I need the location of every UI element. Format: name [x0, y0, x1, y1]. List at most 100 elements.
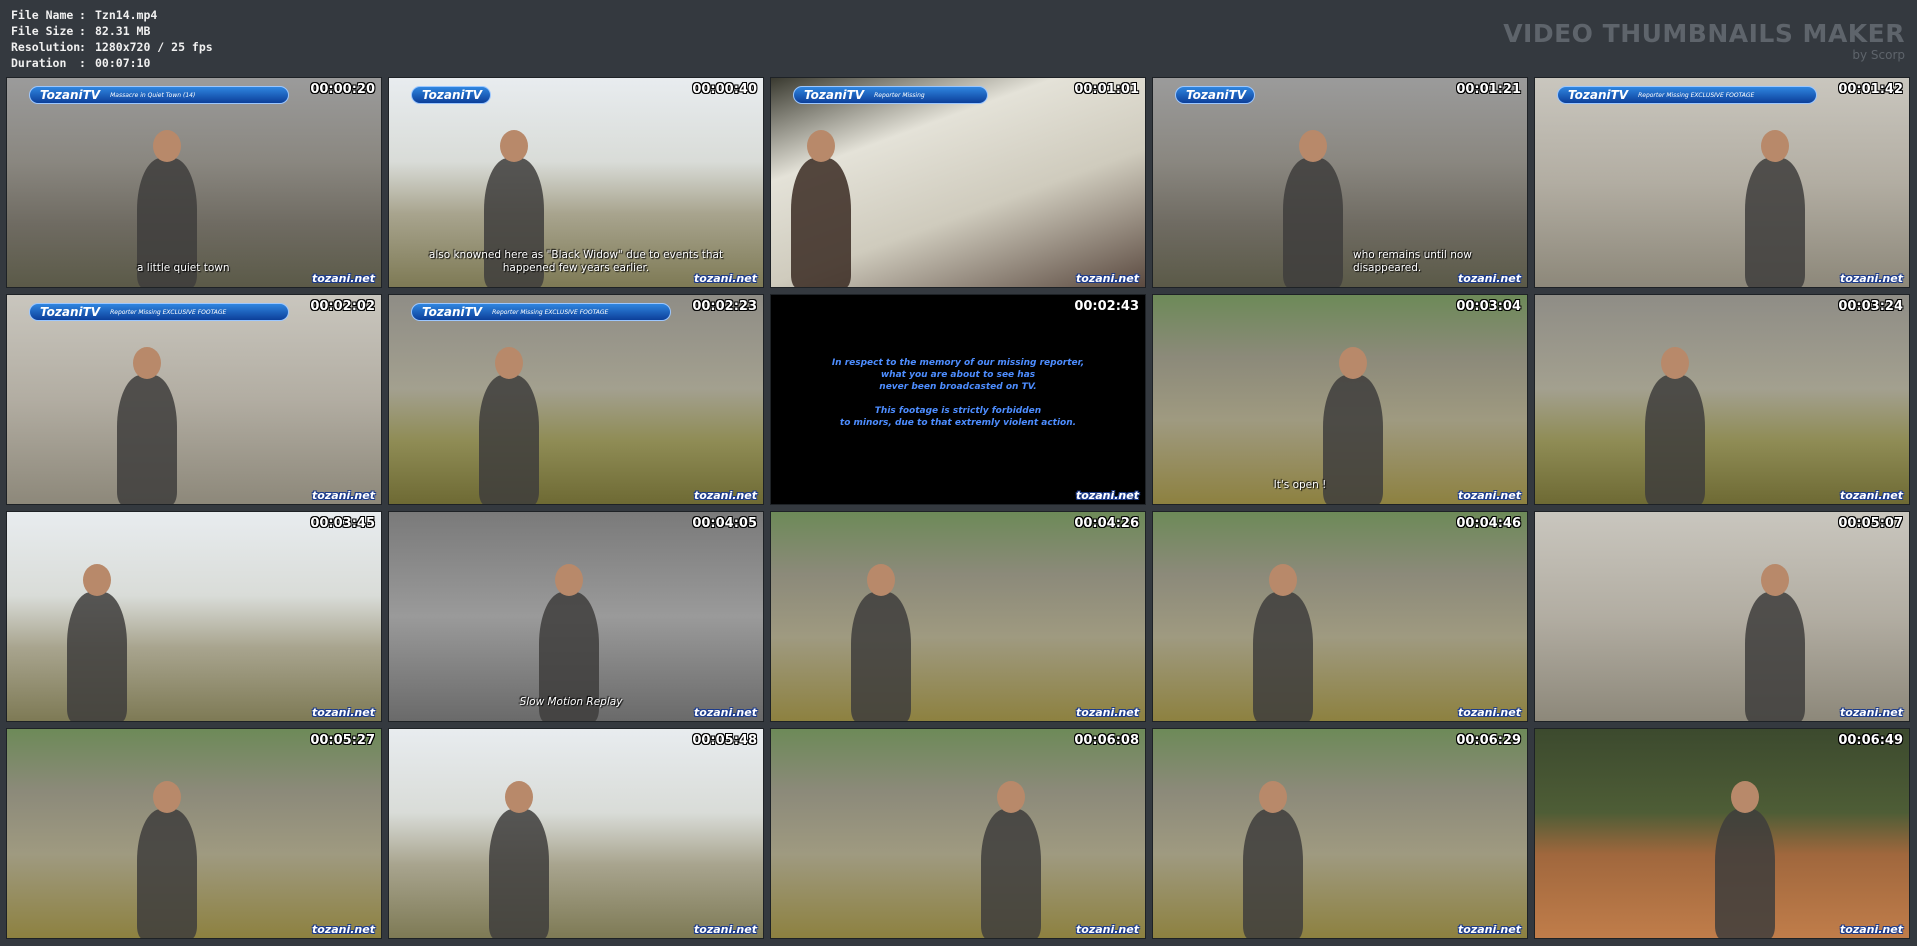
person-head [807, 130, 835, 162]
timestamp-label: 00:01:21 [1456, 82, 1521, 97]
person-figure [67, 592, 127, 721]
channel-logo: TozaniTV Reporter Missing [793, 86, 988, 104]
thumbnail-tile[interactable]: 00:05:27 tozani.net [6, 728, 382, 939]
channel-logo-text: TozaniTV [422, 305, 483, 319]
person-head [500, 130, 528, 162]
person-head [505, 781, 533, 813]
person-figure [1243, 809, 1303, 938]
file-info: File Name : Tzn14.mp4 File Size : 82.31 … [11, 7, 213, 71]
frame-image [1535, 512, 1909, 721]
watermark-text: tozani.net [312, 923, 375, 936]
thumbnail-tile[interactable]: TozaniTV Reporter Missing EXCLUSIVE FOOTA… [6, 294, 382, 505]
watermark-text: tozani.net [312, 489, 375, 502]
timestamp-label: 00:04:26 [1074, 516, 1139, 531]
thumbnail-tile[interactable]: 00:05:48 tozani.net [388, 728, 764, 939]
channel-logo-caption: Reporter Missing EXCLUSIVE FOOTAGE [1638, 91, 1755, 99]
channel-logo-caption: Reporter Missing EXCLUSIVE FOOTAGE [110, 308, 227, 316]
notice-paragraph: In respect to the memory of our missing … [771, 357, 1145, 393]
person-figure [479, 375, 539, 504]
notice-line: In respect to the memory of our missing … [831, 358, 1085, 368]
watermark-text: tozani.net [694, 706, 757, 719]
thumbnail-tile[interactable]: 00:05:07 tozani.net [1534, 511, 1910, 722]
separator: : [79, 40, 86, 54]
channel-logo: TozaniTV Reporter Missing EXCLUSIVE FOOTA… [29, 303, 289, 321]
frame-image [1153, 729, 1527, 938]
warning-notice: In respect to the memory of our missing … [771, 357, 1145, 441]
person-figure [1745, 592, 1805, 721]
person-head [1731, 781, 1759, 813]
thumbnail-tile[interactable]: 00:06:49 tozani.net [1534, 728, 1910, 939]
timestamp-label: 00:05:48 [692, 733, 757, 748]
thumbnail-tile[interactable]: TozaniTV Reporter Missing EXCLUSIVE FOOTA… [388, 294, 764, 505]
timestamp-label: 00:05:07 [1838, 516, 1903, 531]
watermark-text: tozani.net [1076, 706, 1139, 719]
person-head [997, 781, 1025, 813]
thumbnail-tile[interactable]: TozaniTV Reporter Missing 00:01:01 tozani.n… [770, 77, 1146, 288]
file-size-row: File Size : 82.31 MB [11, 23, 213, 39]
subtitle-caption: It's open ! [1273, 479, 1327, 491]
thumbnail-tile[interactable]: In respect to the memory of our missing … [770, 294, 1146, 505]
duration-value: 00:07:10 [95, 56, 151, 70]
timestamp-label: 00:02:02 [310, 299, 375, 314]
thumbnail-tile[interactable]: TozaniTV also knowned here as "Black Wido… [388, 77, 764, 288]
separator: : [79, 8, 86, 22]
person-head [83, 564, 111, 596]
timestamp-label: 00:03:04 [1456, 299, 1521, 314]
timestamp-label: 00:04:05 [692, 516, 757, 531]
person-figure [117, 375, 177, 504]
timestamp-label: 00:06:49 [1838, 733, 1903, 748]
notice-line: never been broadcasted on TV. [879, 382, 1037, 392]
person-head [1299, 130, 1327, 162]
person-figure [1645, 375, 1705, 504]
thumbnail-tile[interactable]: 00:04:26 tozani.net [770, 511, 1146, 722]
channel-logo: TozaniTV Reporter Missing EXCLUSIVE FOOTA… [411, 303, 671, 321]
frame-image [771, 512, 1145, 721]
separator: : [79, 56, 86, 70]
separator: : [79, 24, 86, 38]
watermark-text: tozani.net [1458, 706, 1521, 719]
frame-image [1153, 512, 1527, 721]
watermark-text: tozani.net [1840, 272, 1903, 285]
frame-image [7, 512, 381, 721]
frame-image [389, 295, 763, 504]
thumbnail-tile[interactable]: Slow Motion Replay 00:04:05 tozani.net [388, 511, 764, 722]
thumbnail-tile[interactable]: TozaniTV who remains until now disappeare… [1152, 77, 1528, 288]
duration-row: Duration : 00:07:10 [11, 55, 213, 71]
file-size-value: 82.31 MB [95, 24, 151, 38]
resolution-value: 1280x720 / 25 fps [95, 40, 213, 54]
person-head [1661, 347, 1689, 379]
frame-image [1535, 78, 1909, 287]
thumbnail-tile[interactable]: It's open ! 00:03:04 tozani.net [1152, 294, 1528, 505]
thumbnail-tile[interactable]: 00:03:45 tozani.net [6, 511, 382, 722]
person-figure [1715, 809, 1775, 938]
person-head [1269, 564, 1297, 596]
thumbnail-tile[interactable]: TozaniTV Reporter Missing EXCLUSIVE FOOTA… [1534, 77, 1910, 288]
watermark-text: tozani.net [1076, 923, 1139, 936]
thumbnail-tile[interactable]: 00:03:24 tozani.net [1534, 294, 1910, 505]
channel-logo-caption: Reporter Missing [874, 91, 925, 99]
timestamp-label: 00:05:27 [310, 733, 375, 748]
info-header: File Name : Tzn14.mp4 File Size : 82.31 … [0, 0, 1917, 76]
timestamp-label: 00:03:24 [1838, 299, 1903, 314]
timestamp-label: 00:00:40 [692, 82, 757, 97]
thumbnail-tile[interactable]: 00:04:46 tozani.net [1152, 511, 1528, 722]
watermark-text: tozani.net [1840, 489, 1903, 502]
person-figure [1253, 592, 1313, 721]
person-head [555, 564, 583, 596]
thumbnail-tile[interactable]: TozaniTV Massacre in Quiet Town (14) a lit… [6, 77, 382, 288]
resolution-row: Resolution : 1280x720 / 25 fps [11, 39, 213, 55]
watermark-text: tozani.net [1840, 923, 1903, 936]
timestamp-label: 00:06:29 [1456, 733, 1521, 748]
frame-image [389, 729, 763, 938]
channel-logo-caption: Massacre in Quiet Town (14) [110, 91, 196, 99]
channel-logo: TozaniTV [411, 86, 491, 104]
person-figure [489, 809, 549, 938]
channel-logo-text: TozaniTV [1568, 88, 1629, 102]
timestamp-label: 00:02:23 [692, 299, 757, 314]
channel-logo-text: TozaniTV [804, 88, 865, 102]
notice-line: to minors, due to that extremly violent … [839, 418, 1077, 428]
timestamp-label: 00:04:46 [1456, 516, 1521, 531]
thumbnail-tile[interactable]: 00:06:29 tozani.net [1152, 728, 1528, 939]
duration-key: Duration [11, 56, 67, 70]
thumbnail-tile[interactable]: 00:06:08 tozani.net [770, 728, 1146, 939]
